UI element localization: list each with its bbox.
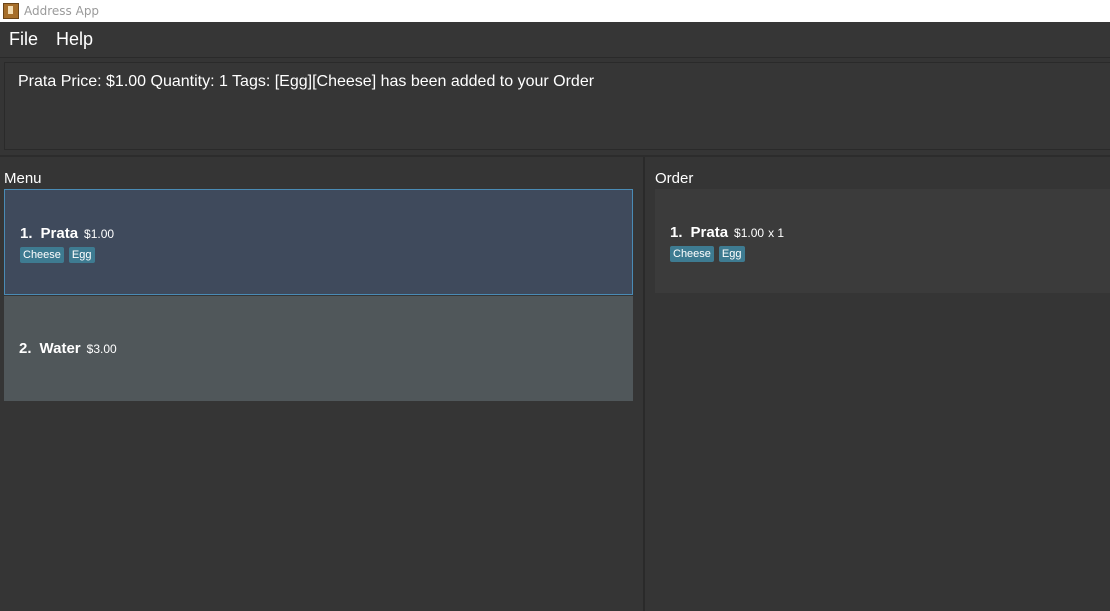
menu-file[interactable]: File [0,29,47,50]
menu-pane-title: Menu [4,170,42,187]
menu-list-item[interactable]: 2. Water $3.00 [4,296,633,401]
menu-item-index: 2. [19,340,32,357]
order-item-name: Prata [690,224,729,241]
tag-badge: Egg [68,247,95,263]
menu-item-price: $3.00 [86,342,117,356]
menu-item-price: $1.00 [84,227,115,241]
result-display[interactable]: Prata Price: $1.00 Quantity: 1 Tags: [Eg… [4,62,1110,150]
menu-list-item[interactable]: 1. Prata $1.00 Cheese Egg [4,189,633,295]
menubar: File Help [0,22,1110,57]
menu-item-name: Water [39,340,81,357]
app-icon [3,3,19,19]
pane-divider[interactable] [643,157,645,611]
order-item-header: 1. Prata $1.00 x 1 [670,224,784,241]
menu-item-index: 1. [20,225,33,242]
order-item-quantity: x 1 [768,226,785,240]
menubar-divider [0,57,1110,58]
menu-item-header: 1. Prata $1.00 [20,225,114,242]
order-item-tags: Cheese Egg [670,246,750,262]
menu-item-header: 2. Water $3.00 [19,340,117,357]
split-divider [0,155,1110,157]
menu-item-name: Prata [40,225,79,242]
window-titlebar: Address App [0,0,1110,22]
menu-help[interactable]: Help [47,29,102,50]
tag-badge: Cheese [20,247,64,263]
tag-badge: Egg [718,246,745,262]
order-list-item[interactable]: 1. Prata $1.00 x 1 Cheese Egg [655,189,1110,293]
window-title: Address App [24,4,100,18]
order-pane-title: Order [655,170,694,187]
order-item-price: $1.00 [734,226,765,240]
order-item-index: 1. [670,224,683,241]
tag-badge: Cheese [670,246,714,262]
menu-item-tags: Cheese Egg [20,247,100,263]
result-message: Prata Price: $1.00 Quantity: 1 Tags: [Eg… [18,73,595,90]
